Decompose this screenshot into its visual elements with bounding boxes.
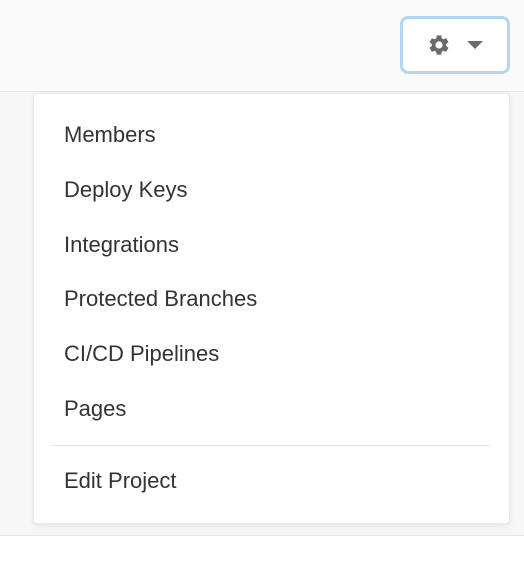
- menu-item-protected-branches[interactable]: Protected Branches: [34, 272, 509, 327]
- settings-dropdown-menu: Members Deploy Keys Integrations Protect…: [33, 93, 510, 524]
- menu-divider: [52, 445, 491, 446]
- menu-item-pages[interactable]: Pages: [34, 382, 509, 437]
- menu-item-deploy-keys[interactable]: Deploy Keys: [34, 163, 509, 218]
- chevron-down-icon: [467, 41, 483, 49]
- menu-item-members[interactable]: Members: [34, 108, 509, 163]
- gear-icon: [427, 33, 451, 57]
- menu-item-integrations[interactable]: Integrations: [34, 218, 509, 273]
- topbar: [0, 0, 524, 92]
- settings-dropdown-trigger[interactable]: [400, 16, 510, 74]
- menu-item-cicd-pipelines[interactable]: CI/CD Pipelines: [34, 327, 509, 382]
- menu-item-edit-project[interactable]: Edit Project: [34, 454, 509, 509]
